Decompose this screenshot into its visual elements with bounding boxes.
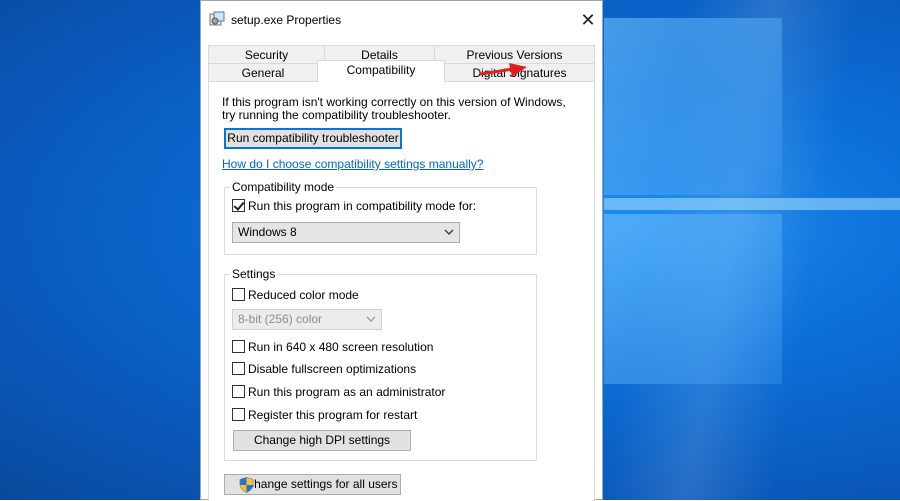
- change-dpi-button[interactable]: Change high DPI settings: [233, 430, 411, 451]
- register-restart-label: Register this program for restart: [248, 408, 418, 422]
- tab-previous-versions[interactable]: Previous Versions: [434, 45, 595, 63]
- reduced-color-label: Reduced color mode: [248, 288, 359, 302]
- selected-version: Windows 8: [238, 225, 297, 239]
- resolution-640-checkbox[interactable]: [232, 340, 245, 353]
- compatibility-mode-group: Compatibility mode Run this program in c…: [224, 180, 537, 255]
- manual-settings-link[interactable]: How do I choose compatibility settings m…: [222, 157, 483, 171]
- compatibility-mode-title: Compatibility mode: [230, 180, 337, 194]
- reduced-color-checkbox[interactable]: [232, 288, 245, 301]
- register-restart-checkbox[interactable]: [232, 408, 245, 421]
- intro-line-1: If this program isn't working correctly …: [222, 95, 566, 109]
- compatibility-panel: If this program isn't working correctly …: [208, 81, 595, 501]
- tab-label: General: [241, 66, 285, 80]
- red-arrow-icon: [479, 63, 527, 77]
- resolution-640-label: Run in 640 x 480 screen resolution: [248, 340, 434, 354]
- color-depth-select[interactable]: 8-bit (256) color: [232, 309, 382, 330]
- run-as-admin-checkbox[interactable]: [232, 385, 245, 398]
- selected-color-depth: 8-bit (256) color: [238, 312, 323, 326]
- run-as-admin-label: Run this program as an administrator: [248, 385, 446, 399]
- uac-shield-icon: [239, 477, 254, 493]
- run-troubleshooter-button[interactable]: Run compatibility troubleshooter: [224, 128, 402, 149]
- windows-logo-divider: [604, 198, 900, 210]
- settings-title: Settings: [230, 267, 278, 281]
- window-title: setup.exe Properties: [231, 13, 342, 27]
- tab-security[interactable]: Security: [208, 45, 325, 63]
- windows-version-select[interactable]: Windows 8: [232, 222, 460, 243]
- tab-compatibility[interactable]: Compatibility: [317, 60, 445, 82]
- windows-logo-pane-bottom: [604, 214, 782, 384]
- properties-dialog: setup.exe Properties ✕ Security Details …: [200, 0, 603, 501]
- title-bar[interactable]: setup.exe Properties ✕: [201, 1, 602, 39]
- fullscreen-optimizations-checkbox[interactable]: [232, 362, 245, 375]
- change-all-users-button[interactable]: Change settings for all users: [224, 474, 401, 495]
- chevron-down-icon: [366, 316, 376, 322]
- tab-label: Compatibility: [346, 63, 416, 77]
- compatibility-mode-label: Run this program in compatibility mode f…: [248, 199, 477, 213]
- windows-logo-pane-top: [604, 18, 782, 195]
- tab-general[interactable]: General: [208, 63, 318, 81]
- compatibility-mode-checkbox[interactable]: [232, 199, 245, 212]
- tab-label: Security: [244, 48, 289, 62]
- change-all-users-label: Change settings for all users: [245, 477, 398, 491]
- tab-label: Previous Versions: [466, 48, 563, 62]
- close-icon[interactable]: ✕: [573, 7, 603, 33]
- chevron-down-icon: [444, 229, 454, 235]
- setup-exe-icon: [209, 11, 225, 26]
- intro-line-2: try running the compatibility troublesho…: [222, 108, 451, 122]
- fullscreen-optimizations-label: Disable fullscreen optimizations: [248, 362, 417, 376]
- settings-group: Settings Reduced color mode 8-bit (256) …: [224, 267, 537, 461]
